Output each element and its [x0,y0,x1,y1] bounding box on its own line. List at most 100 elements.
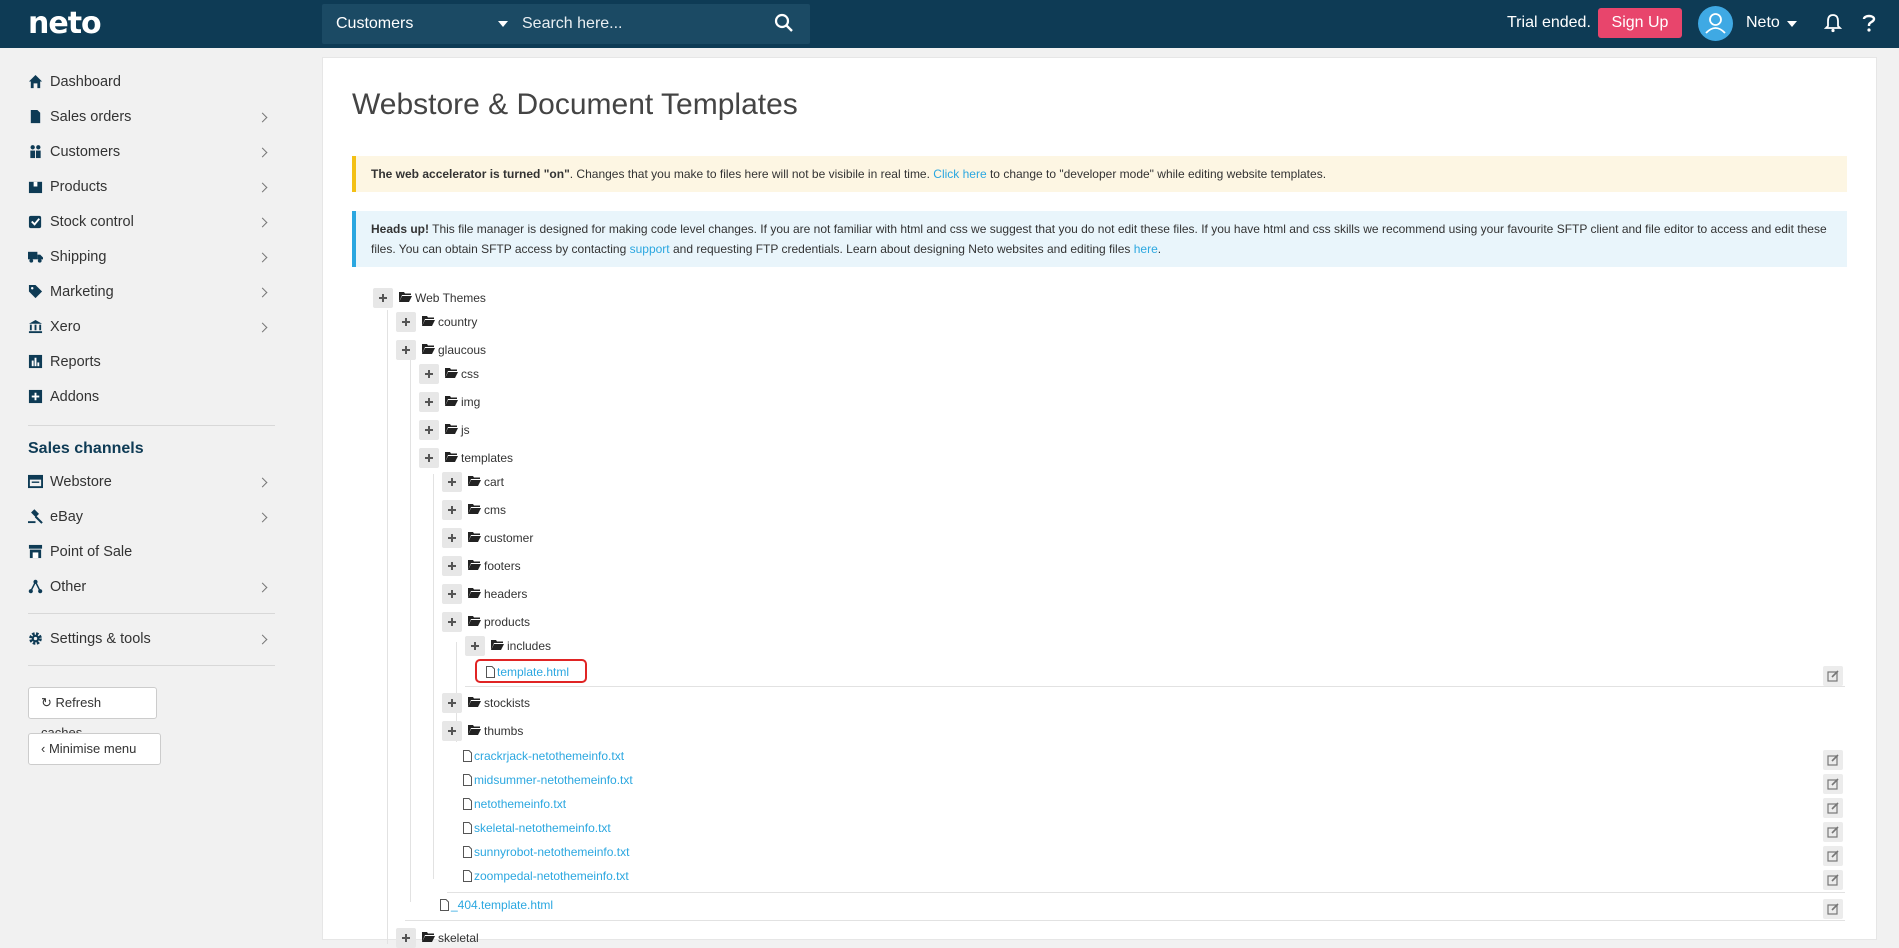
expand-icon[interactable] [465,636,485,656]
file-icon [440,899,449,911]
sidebar-item-shipping[interactable]: Shipping [28,246,273,270]
expand-icon[interactable] [442,472,462,492]
tree-node-stockists[interactable]: stockists [442,693,642,713]
minimise-menu-button[interactable]: ‹ Minimise menu [28,733,161,765]
sidebar-item-ebay[interactable]: eBay [28,506,273,530]
folder-name: country [438,315,478,329]
file-link[interactable]: _404.template.html [451,898,553,912]
chevron-right-icon [257,182,268,193]
tree-node-includes[interactable]: includes [465,636,665,656]
tree-node-img[interactable]: img [419,392,619,412]
edit-button[interactable] [1823,750,1843,770]
neto-logo[interactable]: neto [28,6,102,41]
search-type-select[interactable]: Customers [336,15,413,33]
expand-icon[interactable] [373,288,393,308]
tree-node-headers[interactable]: headers [442,584,642,604]
sidebar-item-sales-orders[interactable]: Sales orders [28,106,273,130]
expand-icon[interactable] [419,392,439,412]
file-sunnyrobot-netothemeinfo[interactable]: sunnyrobot-netothemeinfo.txt [463,844,663,862]
tree-node-cms[interactable]: cms [442,500,642,520]
sidebar-item-xero[interactable]: Xero [28,316,273,340]
search-input[interactable] [522,8,762,40]
support-link[interactable]: support [630,242,670,256]
expand-icon[interactable] [442,500,462,520]
sidebar-item-products[interactable]: Products [28,176,273,200]
refresh-caches-button[interactable]: ↻ Refresh caches [28,687,157,740]
sidebar-item-dashboard[interactable]: Dashboard [28,71,273,95]
sidebar-item-marketing[interactable]: Marketing [28,281,273,305]
tree-node-footers[interactable]: footers [442,556,642,576]
file-link[interactable]: sunnyrobot-netothemeinfo.txt [474,845,629,859]
edit-button[interactable] [1823,899,1843,919]
folder-open-icon [468,616,481,626]
sidebar-item-stock-control[interactable]: Stock control [28,211,273,235]
expand-icon[interactable] [419,448,439,468]
edit-button[interactable] [1823,870,1843,890]
chevron-down-icon[interactable] [1787,21,1797,27]
here-link[interactable]: here [1134,242,1158,256]
tree-node-css[interactable]: css [419,364,619,384]
expand-icon[interactable] [442,556,462,576]
sidebar-item-customers[interactable]: Customers [28,141,273,165]
heads-up-info-alert: Heads up! This file manager is designed … [352,211,1847,267]
expand-icon[interactable] [442,721,462,741]
sidebar-item-reports[interactable]: Reports [28,351,273,375]
file-skeletal-netothemeinfo[interactable]: skeletal-netothemeinfo.txt [463,820,663,838]
sidebar-item-webstore[interactable]: Webstore [28,471,273,495]
tree-node-thumbs[interactable]: thumbs [442,721,642,741]
file-link[interactable]: midsummer-netothemeinfo.txt [474,773,633,787]
sidebar-item-addons[interactable]: Addons [28,386,273,410]
help-icon[interactable] [1862,13,1876,33]
tree-node-web-themes[interactable]: Web Themes [373,288,573,308]
folder-open-icon [468,560,481,570]
file-link[interactable]: template.html [497,665,569,679]
file-icon [463,750,472,762]
tree-node-glaucous[interactable]: glaucous [396,340,596,360]
edit-button[interactable] [1823,774,1843,794]
expand-icon[interactable] [419,364,439,384]
folder-name: includes [507,639,552,653]
folder-open-icon [468,725,481,735]
expand-icon[interactable] [419,420,439,440]
tree-node-templates[interactable]: templates [419,448,619,468]
tree-node-products[interactable]: products [442,612,642,632]
file-link[interactable]: skeletal-netothemeinfo.txt [474,821,611,835]
file-netothemeinfo[interactable]: netothemeinfo.txt [463,796,663,814]
avatar[interactable] [1698,6,1733,41]
edit-button[interactable] [1823,846,1843,866]
tree-node-country[interactable]: country [396,312,596,332]
developer-mode-link[interactable]: Click here [933,167,986,181]
edit-button[interactable] [1823,666,1843,686]
sidebar-item-other[interactable]: Other [28,576,273,600]
expand-icon[interactable] [442,528,462,548]
expand-icon[interactable] [442,693,462,713]
edit-button[interactable] [1823,822,1843,842]
bell-icon[interactable] [1824,13,1842,33]
file-link[interactable]: zoompedal-netothemeinfo.txt [474,869,629,883]
search-icon[interactable] [774,13,794,33]
file-crackrjack-netothemeinfo[interactable]: crackrjack-netothemeinfo.txt [463,748,663,766]
file-midsummer-netothemeinfo[interactable]: midsummer-netothemeinfo.txt [463,772,663,790]
file-404-template-html[interactable]: _404.template.html [440,897,640,915]
user-menu[interactable]: Neto [1746,14,1780,32]
expand-icon[interactable] [396,340,416,360]
sidebar-divider [28,613,275,614]
expand-icon[interactable] [396,928,416,948]
expand-icon[interactable] [442,612,462,632]
tree-node-skeletal[interactable]: skeletal [396,928,596,948]
file-link[interactable]: netothemeinfo.txt [474,797,566,811]
tree-node-js[interactable]: js [419,420,619,440]
file-link[interactable]: crackrjack-netothemeinfo.txt [474,749,624,763]
sidebar-item-point-of-sale[interactable]: Point of Sale [28,541,273,565]
page-title: Webstore & Document Templates [352,88,798,121]
chevron-down-icon[interactable] [498,21,508,27]
sidebar-item-settings-tools[interactable]: Settings & tools [28,628,273,652]
sign-up-button[interactable]: Sign Up [1598,8,1682,38]
expand-icon[interactable] [396,312,416,332]
expand-icon[interactable] [442,584,462,604]
tree-node-customer[interactable]: customer [442,528,642,548]
edit-button[interactable] [1823,798,1843,818]
file-template-html[interactable]: template.html [486,664,586,682]
file-zoompedal-netothemeinfo[interactable]: zoompedal-netothemeinfo.txt [463,868,663,886]
tree-node-cart[interactable]: cart [442,472,642,492]
